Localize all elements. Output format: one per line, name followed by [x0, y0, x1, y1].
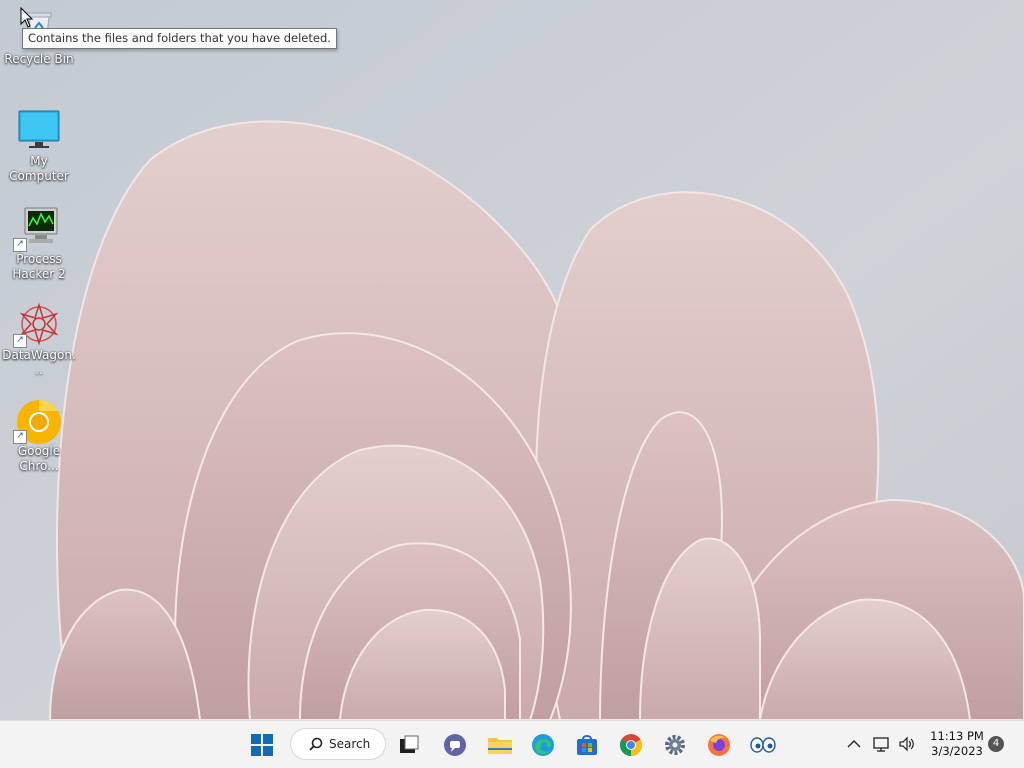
notification-badge[interactable]: 4 [988, 736, 1004, 752]
monitor-icon [15, 108, 63, 152]
teams-chat-icon [444, 734, 466, 756]
start-button[interactable] [244, 727, 280, 763]
show-hidden-icons-button[interactable] [843, 733, 865, 755]
desktop-icon-label: DataWagon... [2, 348, 76, 377]
desktop-icon-my-computer[interactable]: My Computer [0, 108, 78, 184]
search-label: Search [329, 737, 371, 751]
speaker-icon [899, 736, 914, 752]
task-view-icon [400, 735, 419, 753]
teams-chat-button[interactable] [437, 727, 473, 763]
desktop-icon-label: My Computer [9, 154, 69, 183]
recycle-bin-tooltip: Contains the files and folders that you … [22, 28, 337, 49]
desktop-icon-datawagon[interactable]: ↗ DataWagon... [0, 302, 78, 378]
firefox-icon [708, 734, 730, 756]
settings-icon [665, 735, 685, 755]
desktop-wallpaper [0, 0, 1024, 720]
datawagon-icon: ↗ [13, 302, 63, 348]
eyes-app-icon [750, 737, 776, 753]
taskbar-search-box[interactable]: Search [290, 728, 386, 760]
shortcut-arrow-icon: ↗ [13, 430, 27, 444]
desktop-icon-process-hacker[interactable]: ↗ Process Hacker 2 [0, 206, 78, 282]
file-explorer-icon [488, 738, 512, 754]
process-hacker-icon: ↗ [13, 206, 63, 252]
task-view-button[interactable] [391, 727, 427, 763]
desktop-icon-label: Recycle Bin [4, 52, 74, 66]
desktop-icon-google-chrome[interactable]: ↗ Google Chro... [0, 398, 78, 474]
volume-button[interactable] [896, 733, 918, 755]
store-icon [577, 735, 597, 755]
chevron-up-icon [847, 740, 861, 748]
start-icon [251, 734, 273, 756]
shortcut-arrow-icon: ↗ [13, 238, 27, 252]
edge-icon [532, 734, 554, 756]
network-button[interactable] [871, 733, 893, 755]
store-button[interactable] [569, 727, 605, 763]
shortcut-arrow-icon: ↗ [13, 334, 27, 348]
desktop-icon-label: Process Hacker 2 [12, 252, 66, 281]
desktop-icon-label: Google Chro... [17, 444, 61, 473]
search-icon [309, 737, 323, 751]
google-chrome-canary-icon: ↗ [13, 398, 63, 444]
clock-date: 3/3/2023 [931, 744, 983, 758]
taskbar: Search 11:13 PM 3/3/2023 4 [0, 720, 1024, 768]
chrome-icon [620, 734, 642, 756]
eyes-app-button[interactable] [745, 727, 781, 763]
settings-button[interactable] [657, 727, 693, 763]
network-icon [873, 737, 889, 752]
edge-button[interactable] [525, 727, 561, 763]
mouse-cursor-icon [20, 6, 34, 33]
file-explorer-button[interactable] [482, 727, 518, 763]
clock-time: 11:13 PM [930, 729, 984, 743]
clock[interactable]: 11:13 PM 3/3/2023 [924, 729, 990, 759]
firefox-button[interactable] [701, 727, 737, 763]
chrome-button[interactable] [613, 727, 649, 763]
